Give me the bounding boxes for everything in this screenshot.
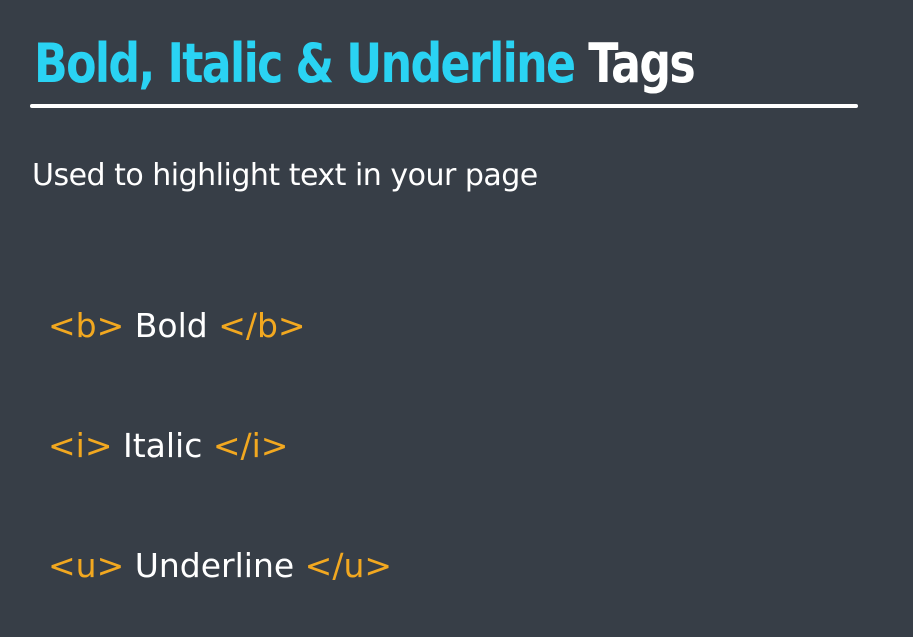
close-tag: </i> — [212, 426, 289, 465]
open-tag: <u> — [48, 546, 125, 585]
slide-title: Bold, Italic & Underline Tags — [34, 26, 696, 102]
close-tag: </u> — [304, 546, 393, 585]
slide-subtitle: Used to highlight text in your page — [32, 158, 538, 193]
close-tag: </b> — [218, 306, 306, 345]
title-underline-rule — [30, 104, 858, 108]
example-bold: <b> Bold </b> — [48, 304, 306, 348]
example-word: Bold — [134, 306, 208, 345]
example-underline: <u> Underline </u> — [48, 544, 392, 588]
open-tag: <i> — [48, 426, 113, 465]
slide: Bold, Italic & Underline Tags Used to hi… — [0, 0, 913, 637]
example-word: Underline — [134, 546, 295, 585]
example-word: Italic — [122, 426, 203, 465]
title-rest-text: Tags — [588, 32, 696, 95]
title-accent-text: Bold, Italic & Underline — [34, 32, 576, 95]
open-tag: <b> — [48, 306, 125, 345]
example-italic: <i> Italic </i> — [48, 424, 288, 468]
